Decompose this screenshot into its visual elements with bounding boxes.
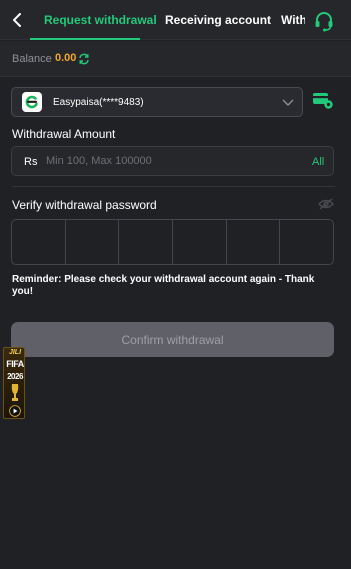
- refresh-balance-button[interactable]: [78, 52, 90, 65]
- support-button[interactable]: [313, 10, 335, 32]
- pin-cell[interactable]: [119, 220, 174, 264]
- divider: [12, 186, 335, 187]
- balance-row: Balance 0.00: [0, 41, 351, 77]
- withdrawal-page: Request withdrawal Receiving account Wit…: [0, 0, 351, 569]
- account-name: Easypaisa(****9483): [53, 97, 144, 108]
- pin-cell[interactable]: [173, 220, 227, 264]
- balance-label: Balance: [12, 53, 52, 65]
- password-label: Verify withdrawal password: [12, 198, 157, 212]
- card-settings-button[interactable]: [312, 92, 334, 110]
- pin-cell[interactable]: [12, 220, 66, 264]
- account-select[interactable]: Easypaisa(****9483): [11, 87, 303, 117]
- promo-title: FIFA: [6, 359, 24, 369]
- tab-request-withdrawal[interactable]: Request withdrawal: [44, 13, 157, 27]
- all-amount-button[interactable]: All: [312, 156, 324, 168]
- back-button[interactable]: [6, 8, 28, 32]
- play-icon: [9, 405, 21, 417]
- balance-value: 0.00: [55, 52, 77, 64]
- confirm-withdrawal-button[interactable]: Confirm withdrawal: [11, 322, 334, 357]
- headset-icon: [315, 12, 333, 32]
- tab-receiving-account[interactable]: Receiving account: [165, 13, 271, 27]
- top-nav: Request withdrawal Receiving account Wit…: [0, 0, 351, 40]
- refresh-icon: [79, 53, 89, 65]
- active-tab-indicator: [30, 38, 140, 40]
- promo-year: 2026: [7, 372, 23, 381]
- tab-withdrawal-record[interactable]: With: [281, 13, 305, 27]
- amount-input[interactable]: [46, 151, 296, 171]
- pin-cell[interactable]: [66, 220, 120, 264]
- toggle-password-visibility-button[interactable]: [318, 197, 334, 210]
- chevron-left-icon: [13, 13, 21, 27]
- currency-label: Rs: [24, 156, 38, 168]
- chevron-down-icon: [282, 99, 294, 106]
- promo-brand: JILI: [8, 349, 22, 356]
- fifa-promo-banner[interactable]: JILI FIFA 2026: [3, 347, 25, 419]
- reminder-text: Reminder: Please check your withdrawal a…: [12, 274, 315, 297]
- withdrawal-amount-label: Withdrawal Amount: [12, 127, 116, 141]
- pin-cell[interactable]: [227, 220, 281, 264]
- easypaisa-logo: [22, 92, 42, 112]
- pin-cell[interactable]: [280, 220, 333, 264]
- eye-off-icon: [318, 198, 334, 210]
- trophy-icon: [11, 384, 19, 401]
- amount-field: Rs All: [11, 146, 334, 176]
- password-pin-input: [11, 219, 334, 265]
- card-settings-icon: [313, 93, 333, 109]
